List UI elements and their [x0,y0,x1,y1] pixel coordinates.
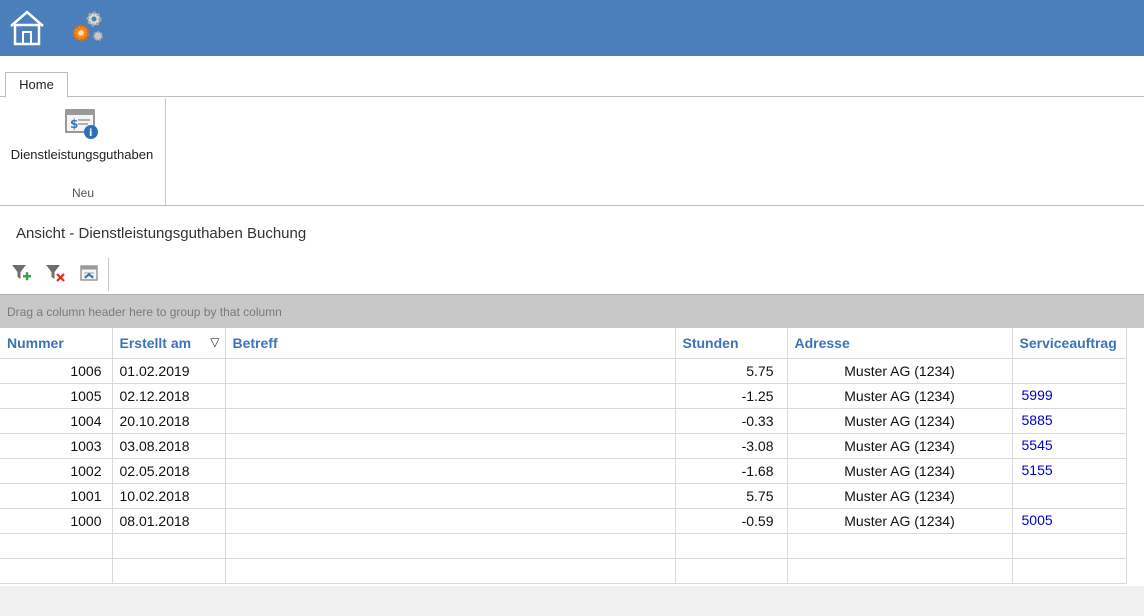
cell-serviceauftrag-link[interactable] [1012,358,1127,384]
tab-home[interactable]: Home [5,72,68,98]
cell-stunden: 5.75 [675,358,788,384]
cell-erstellt-am: 02.12.2018 [112,383,226,409]
dienstleistungsguthaben-label: Dienstleistungsguthaben [10,147,154,162]
cell-nummer: 1005 [0,383,113,409]
cell-adresse: Muster AG (1234) [787,458,1013,484]
cell-adresse: Muster AG (1234) [787,358,1013,384]
cell-erstellt-am: 10.02.2018 [112,483,226,509]
table-row[interactable]: 1001 10.02.2018 5.75 Muster AG (1234) [0,483,1127,509]
view-title: Ansicht - Dienstleistungsguthaben Buchun… [16,225,307,242]
cell-erstellt-am: 03.08.2018 [112,433,226,459]
cell-serviceauftrag-link[interactable]: 5155 [1012,458,1127,484]
column-header-erstellt-am[interactable]: Erstellt am ▽ [112,328,226,359]
svg-text:$: $ [70,117,78,131]
cell-betreff [225,458,676,484]
cell-stunden: -1.25 [675,383,788,409]
sort-descending-icon: ▽ [210,334,220,349]
cell-stunden: -1.68 [675,458,788,484]
cell-adresse: Muster AG (1234) [787,433,1013,459]
export-icon[interactable] [78,262,100,284]
gears-icon[interactable] [68,7,108,47]
table-row[interactable]: 1004 20.10.2018 -0.33 Muster AG (1234) 5… [0,408,1127,434]
table-row[interactable]: 1005 02.12.2018 -1.25 Muster AG (1234) 5… [0,383,1127,409]
cell-serviceauftrag-link[interactable]: 5005 [1012,508,1127,534]
cell-nummer: 1004 [0,408,113,434]
ribbon-tabstrip: Home [0,56,1144,98]
grid-header-row: Nummer Erstellt am ▽ Betreff Stunden Adre… [0,328,1127,359]
ribbon: Home $ i Dienstleistungsguthaben Neu [0,56,1144,206]
group-by-panel[interactable]: Drag a column header here to group by th… [0,294,1144,328]
top-bar [0,0,1144,56]
table-row[interactable]: 1006 01.02.2019 5.75 Muster AG (1234) [0,358,1127,384]
table-row[interactable]: 1000 08.01.2018 -0.59 Muster AG (1234) 5… [0,508,1127,534]
add-filter-icon[interactable] [10,262,32,284]
dienstleistungsguthaben-button[interactable]: $ i Dienstleistungsguthaben [2,100,162,172]
cell-erstellt-am: 01.02.2019 [112,358,226,384]
cell-adresse: Muster AG (1234) [787,383,1013,409]
grid-footer-area [0,586,1144,616]
home-icon[interactable] [8,7,46,47]
cell-nummer: 1002 [0,458,113,484]
cell-betreff [225,483,676,509]
cell-stunden: -3.08 [675,433,788,459]
cell-erstellt-am: 08.01.2018 [112,508,226,534]
cell-stunden: -0.59 [675,508,788,534]
toolbar-separator [108,258,109,291]
cell-nummer: 1003 [0,433,113,459]
table-row[interactable]: 1003 03.08.2018 -3.08 Muster AG (1234) 5… [0,433,1127,459]
group-label-neu: Neu [71,186,94,200]
grid-toolbar [8,258,110,292]
cell-betreff [225,433,676,459]
cell-betreff [225,383,676,409]
group-by-hint: Drag a column header here to group by th… [7,305,282,319]
cell-betreff [225,508,676,534]
cell-nummer: 1006 [0,358,113,384]
empty-row [0,533,1127,559]
table-row[interactable]: 1002 02.05.2018 -1.68 Muster AG (1234) 5… [0,458,1127,484]
remove-filter-icon[interactable] [44,262,66,284]
cell-serviceauftrag-link[interactable]: 5999 [1012,383,1127,409]
cell-nummer: 1001 [0,483,113,509]
column-header-betreff[interactable]: Betreff [225,328,676,359]
column-header-stunden[interactable]: Stunden [675,328,788,359]
cell-betreff [225,408,676,434]
cell-betreff [225,358,676,384]
cell-serviceauftrag-link[interactable] [1012,483,1127,509]
column-header-nummer[interactable]: Nummer [0,328,113,359]
data-grid: Nummer Erstellt am ▽ Betreff Stunden Adre… [0,328,1127,584]
cell-adresse: Muster AG (1234) [787,483,1013,509]
cell-nummer: 1000 [0,508,113,534]
cell-erstellt-am: 02.05.2018 [112,458,226,484]
cell-adresse: Muster AG (1234) [787,508,1013,534]
cell-adresse: Muster AG (1234) [787,408,1013,434]
cell-serviceauftrag-link[interactable]: 5545 [1012,433,1127,459]
ribbon-group-neu: $ i Dienstleistungsguthaben Neu [0,98,166,206]
cell-stunden: -0.33 [675,408,788,434]
cell-serviceauftrag-link[interactable]: 5885 [1012,408,1127,434]
svg-text:i: i [89,128,92,139]
empty-row [0,558,1127,584]
cell-stunden: 5.75 [675,483,788,509]
column-header-serviceauftrag[interactable]: Serviceauftrag [1012,328,1127,359]
column-header-adresse[interactable]: Adresse [787,328,1013,359]
credit-info-icon: $ i [65,109,98,139]
cell-erstellt-am: 20.10.2018 [112,408,226,434]
